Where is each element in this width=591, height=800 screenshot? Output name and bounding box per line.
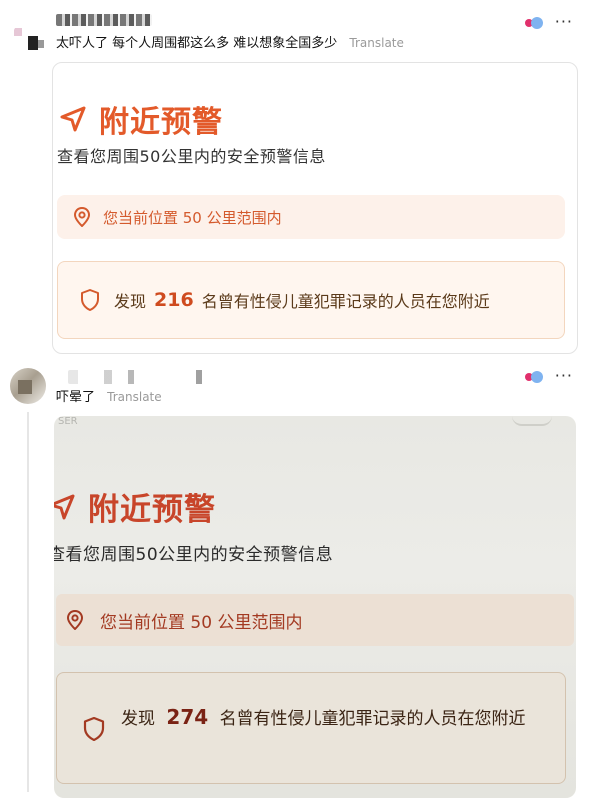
location-box: 您当前位置 50 公里范围内 bbox=[57, 195, 565, 239]
warning-title-text: 附近预警 bbox=[88, 492, 216, 528]
location-pin-icon bbox=[73, 207, 91, 227]
translate-link[interactable]: Translate bbox=[107, 390, 162, 404]
location-text: 您当前位置 50 公里范围内 bbox=[100, 612, 303, 633]
avatar[interactable] bbox=[12, 20, 48, 56]
username-redacted[interactable] bbox=[68, 370, 208, 384]
translate-link[interactable]: Translate bbox=[349, 36, 404, 50]
post-1: ··· 太吓人了 每个人周围都这么多 难以想象全国多少 Translate 附近… bbox=[0, 0, 591, 360]
navigation-arrow-icon bbox=[54, 494, 75, 519]
alert-count: 274 bbox=[166, 705, 209, 729]
shield-icon bbox=[83, 717, 105, 741]
post-2: ··· 吓晕了 Translate SER 附近预警 查看您周围50公里内的安全… bbox=[0, 360, 591, 800]
reaction-icon[interactable] bbox=[525, 371, 543, 383]
cropped-header-shape bbox=[512, 416, 552, 426]
more-horizontal-icon[interactable]: ··· bbox=[555, 368, 573, 384]
comment-body: 太吓人了 每个人周围都这么多 难以想象全国多少 bbox=[56, 36, 338, 51]
more-horizontal-icon[interactable]: ··· bbox=[555, 14, 573, 30]
warning-subtitle: 查看您周围50公里内的安全预警信息 bbox=[54, 545, 334, 565]
location-text: 您当前位置 50 公里范围内 bbox=[103, 208, 282, 227]
alert-box: 发现 274 名曾有性侵儿童犯罪记录的人员在您附近 bbox=[56, 672, 566, 784]
navigation-arrow-icon bbox=[60, 106, 86, 132]
warning-subtitle: 查看您周围50公里内的安全预警信息 bbox=[57, 147, 326, 166]
location-box: 您当前位置 50 公里范围内 bbox=[56, 594, 574, 646]
alert-count: 216 bbox=[154, 289, 194, 311]
username-redacted[interactable] bbox=[56, 14, 152, 26]
attached-screenshot[interactable]: 附近预警 查看您周围50公里内的安全预警信息 您当前位置 50 公里范围内 发现… bbox=[52, 62, 578, 354]
alert-text: 发现 274 名曾有性侵儿童犯罪记录的人员在您附近 bbox=[121, 701, 541, 735]
alert-suffix: 名曾有性侵儿童犯罪记录的人员在您附近 bbox=[219, 709, 526, 729]
alert-box: 发现 216 名曾有性侵儿童犯罪记录的人员在您附近 bbox=[57, 261, 565, 339]
cropped-header-fragment: SER bbox=[58, 416, 78, 427]
shield-icon bbox=[81, 289, 99, 311]
warning-title: 附近预警 bbox=[54, 484, 216, 529]
warning-title: 附近预警 bbox=[59, 97, 223, 141]
alert-suffix: 名曾有性侵儿童犯罪记录的人员在您附近 bbox=[201, 292, 490, 311]
alert-prefix: 发现 bbox=[114, 292, 147, 311]
attached-photo[interactable]: SER 附近预警 查看您周围50公里内的安全预警信息 您当前位置 50 公里范围… bbox=[54, 416, 576, 798]
thread-line bbox=[27, 412, 29, 792]
comment-body: 吓晕了 bbox=[56, 390, 96, 405]
warning-title-text: 附近预警 bbox=[99, 105, 223, 140]
location-pin-icon bbox=[66, 610, 84, 630]
comment-text: 吓晕了 Translate bbox=[56, 388, 162, 407]
reaction-icon[interactable] bbox=[525, 17, 543, 29]
alert-prefix: 发现 bbox=[121, 709, 155, 729]
comment-text: 太吓人了 每个人周围都这么多 难以想象全国多少 Translate bbox=[56, 34, 404, 53]
avatar[interactable] bbox=[10, 368, 46, 404]
